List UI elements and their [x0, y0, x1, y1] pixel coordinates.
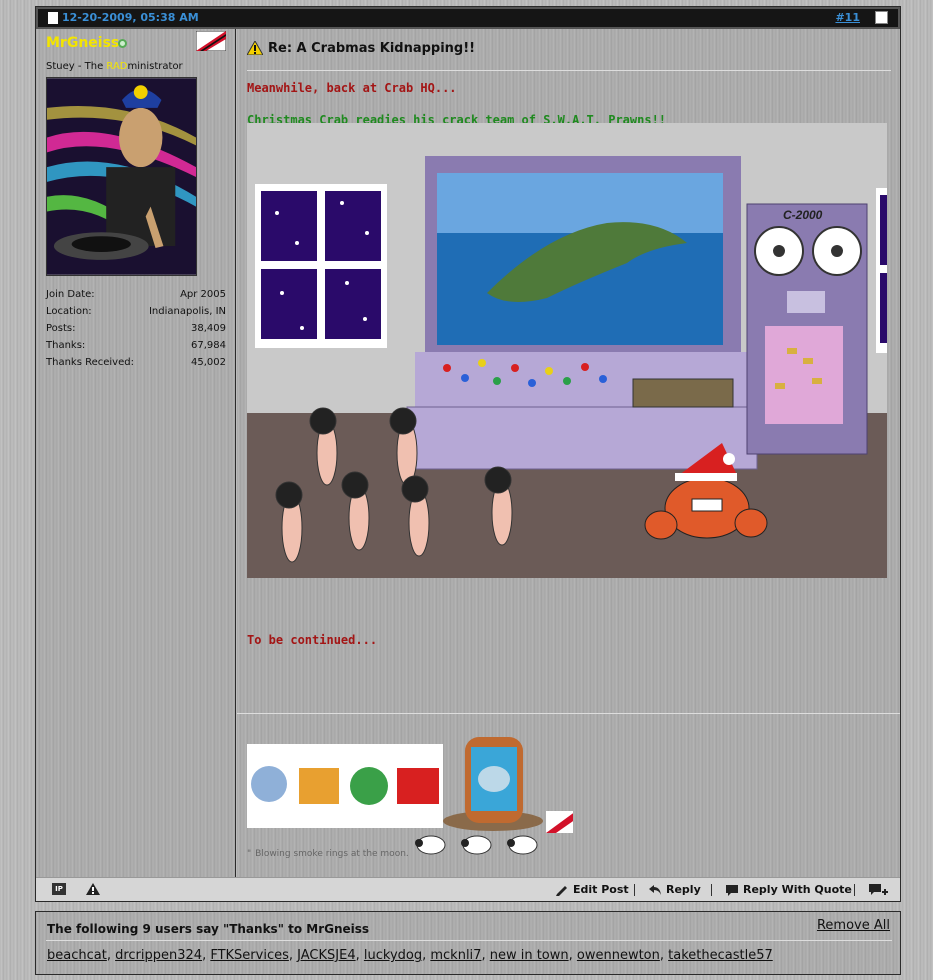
warning-icon: [247, 41, 263, 55]
report-warning-icon: [86, 883, 100, 895]
reply-with-quote-button[interactable]: Reply With Quote: [725, 883, 852, 896]
thanks-user-link[interactable]: new in town: [490, 948, 569, 963]
post-footer: IP Edit Post Reply Reply With Quote: [36, 877, 900, 901]
post-date-text: 12-20-2009, 05:38 AM: [62, 11, 199, 24]
user-title-suffix: ministrator: [127, 61, 183, 72]
username-link[interactable]: MrGneiss: [46, 35, 119, 51]
quote-bubble-icon: [726, 884, 738, 896]
edit-post-label: Edit Post: [573, 883, 629, 896]
machine-label: C-2000: [783, 208, 823, 222]
signature-separator: [237, 713, 900, 714]
user-title-prefix: Stuey - The: [46, 61, 107, 72]
forum-post: 12-20-2009, 05:38 AM #11 MrGneiss Stuey …: [35, 6, 901, 902]
country-flag-icon: [196, 31, 226, 51]
stat-thanks: Thanks: 67,984: [46, 340, 226, 351]
sheep-icons: [414, 835, 538, 855]
footer-separator: [634, 884, 635, 896]
user-title-highlight: RAD: [106, 61, 128, 72]
signature-quote: " Blowing smoke rings at the moon.: [247, 835, 543, 861]
stat-posts: Posts: 38,409: [46, 323, 226, 334]
multi-quote-button[interactable]: [868, 883, 888, 897]
remove-all-thanks-link[interactable]: Remove All: [817, 918, 890, 933]
signature-garfield-banner: [247, 744, 443, 828]
crab-hq-image: C-2000: [247, 123, 887, 578]
post-date: 12-20-2009, 05:38 AM: [48, 11, 199, 24]
message-line-3: To be continued...: [247, 633, 378, 647]
post-title-line: Re: A Crabmas Kidnapping!!: [247, 41, 891, 71]
document-icon: [48, 11, 58, 24]
post-number-link[interactable]: #11: [835, 11, 860, 24]
quote-mark: ": [247, 849, 252, 859]
stat-thanks-received: Thanks Received: 45,002: [46, 357, 226, 368]
post-header: 12-20-2009, 05:38 AM #11: [36, 7, 900, 29]
signature-brain-jar: [443, 737, 573, 833]
thanks-user-link[interactable]: mcknli7: [430, 948, 481, 963]
thanks-user-link[interactable]: drcrippen324: [115, 948, 202, 963]
thanks-box: The following 9 users say "Thanks" to Mr…: [35, 911, 901, 975]
edit-post-button[interactable]: Edit Post: [555, 883, 629, 896]
thanks-title: The following 9 users say "Thanks" to Mr…: [47, 922, 370, 936]
footer-separator: [711, 884, 712, 896]
ip-button[interactable]: IP: [52, 883, 66, 895]
thanks-user-link[interactable]: luckydog: [364, 948, 422, 963]
post-content: Re: A Crabmas Kidnapping!! Meanwhile, ba…: [237, 29, 900, 877]
thanks-user-link[interactable]: owennewton: [577, 948, 660, 963]
thanks-user-list: beachcat, drcrippen324, FTKServices, JAC…: [47, 948, 773, 963]
online-status-icon: [118, 39, 127, 48]
thanks-user-link[interactable]: takethecastle57: [668, 948, 773, 963]
user-avatar[interactable]: [46, 77, 197, 276]
report-button[interactable]: [86, 883, 100, 895]
signature-quote-text: Blowing smoke rings at the moon.: [255, 849, 409, 859]
multi-quote-plus-icon: [869, 884, 888, 895]
ip-icon: IP: [52, 883, 66, 895]
thanks-user-link[interactable]: JACKSJE4: [297, 948, 355, 963]
stat-location: Location: Indianapolis, IN: [46, 306, 226, 317]
post-title: Re: A Crabmas Kidnapping!!: [268, 41, 476, 56]
pencil-icon: [556, 885, 567, 896]
post-select-checkbox[interactable]: [875, 11, 888, 24]
user-info-panel: MrGneiss Stuey - The RADministrator Join…: [36, 29, 236, 877]
user-title: Stuey - The RADministrator: [46, 61, 183, 72]
thanks-user-link[interactable]: FTKServices: [210, 948, 289, 963]
reply-button[interactable]: Reply: [648, 883, 701, 896]
thanks-separator: [46, 940, 892, 941]
reply-with-quote-label: Reply With Quote: [743, 883, 852, 896]
stat-join-date: Join Date: Apr 2005: [46, 289, 226, 300]
message-line-1: Meanwhile, back at Crab HQ...: [247, 81, 457, 95]
footer-separator: [854, 884, 855, 896]
reply-label: Reply: [666, 883, 701, 896]
thanks-user-link[interactable]: beachcat: [47, 948, 107, 963]
reply-arrow-icon: [649, 884, 661, 895]
